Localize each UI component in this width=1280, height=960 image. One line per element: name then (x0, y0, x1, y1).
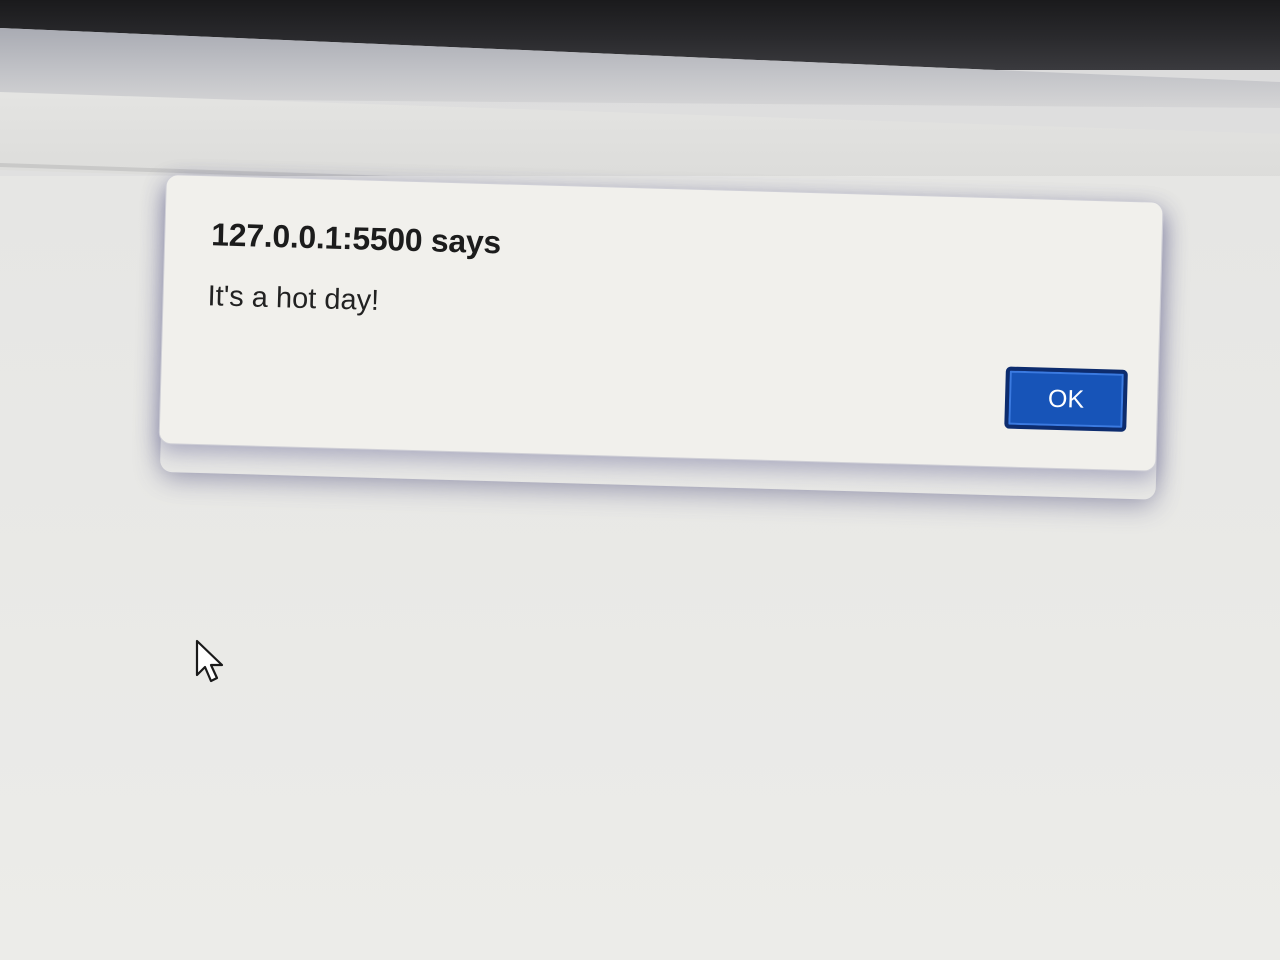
dialog-title: 127.0.0.1:5500 says (210, 216, 502, 261)
alert-dialog: 127.0.0.1:5500 says It's a hot day! OK (158, 174, 1164, 472)
ok-button[interactable]: OK (1004, 366, 1128, 432)
dialog-message: It's a hot day! (207, 280, 380, 317)
mouse-pointer-icon (195, 639, 224, 683)
